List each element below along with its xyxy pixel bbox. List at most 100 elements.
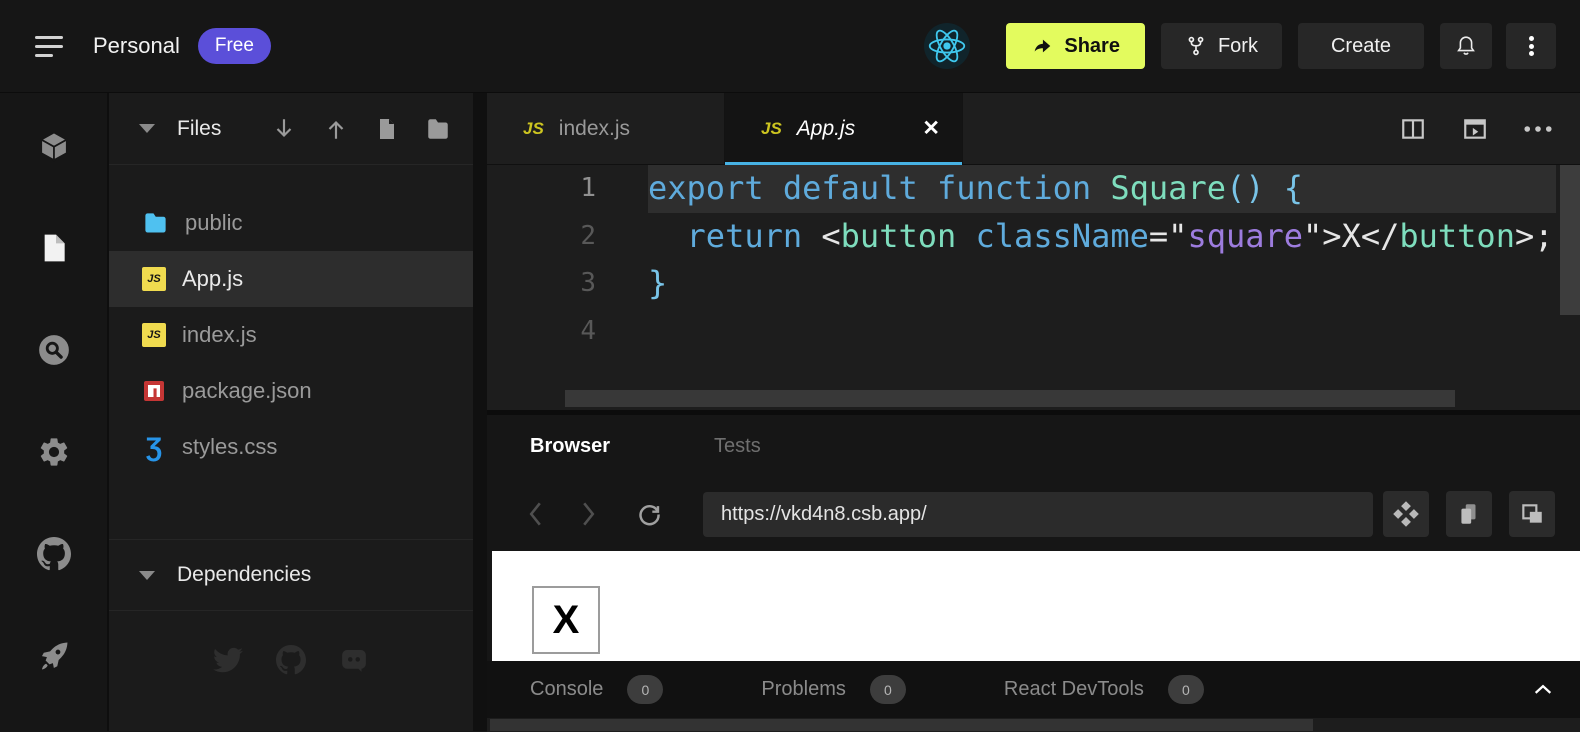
fork-button[interactable]: Fork	[1161, 23, 1282, 69]
copy-url-icon[interactable]	[1446, 491, 1492, 537]
download-icon[interactable]	[271, 116, 297, 142]
file-name: App.js	[182, 266, 243, 292]
split-editor-icon[interactable]	[1400, 116, 1426, 142]
dependencies-header[interactable]: Dependencies	[109, 540, 473, 610]
react-logo-icon[interactable]	[924, 23, 970, 69]
javascript-icon: JS	[523, 119, 544, 139]
search-icon[interactable]	[37, 333, 71, 367]
forward-icon[interactable]	[581, 500, 596, 528]
panel-resizer[interactable]	[473, 93, 487, 731]
share-button[interactable]: Share	[1006, 23, 1145, 69]
tab-app-js[interactable]: JS App.js ✕	[725, 93, 963, 164]
social-links	[109, 645, 473, 675]
url-input[interactable]	[703, 492, 1373, 537]
fork-label: Fork	[1218, 35, 1258, 58]
responsive-preview-icon[interactable]	[1383, 491, 1429, 537]
deployment-rocket-icon[interactable]	[37, 639, 71, 673]
ellipsis-icon[interactable]	[1524, 125, 1552, 133]
tab-index-js[interactable]: JS index.js	[487, 93, 725, 164]
create-button[interactable]: Create	[1298, 23, 1424, 69]
console-tab[interactable]: Console 0	[530, 675, 663, 704]
react-devtools-label: React DevTools	[1004, 678, 1144, 701]
file-explorer-icon[interactable]	[37, 231, 71, 265]
collapse-caret-icon[interactable]	[139, 571, 155, 580]
problems-label: Problems	[761, 678, 845, 701]
codesandbox-app: Personal Free Share	[0, 0, 1580, 732]
editor-tab-bar: JS index.js JS App.js ✕	[487, 93, 1580, 165]
browser-tabs: Browser Tests	[487, 415, 1580, 477]
refresh-icon[interactable]	[636, 501, 663, 528]
code-line-4	[648, 308, 1580, 356]
file-list: public JSApp.js JS index.js package.json Ʒsty…	[109, 165, 473, 475]
problems-tab[interactable]: Problems 0	[761, 675, 905, 704]
code-line-2: return <button className="square">X</but…	[648, 213, 1580, 261]
activity-bar	[0, 93, 107, 731]
discord-icon[interactable]	[339, 645, 369, 675]
file-row-styles-css[interactable]: Ʒstyles.css	[109, 419, 473, 475]
plan-badge: Free	[198, 28, 271, 64]
new-folder-icon[interactable]	[425, 116, 451, 142]
javascript-icon: JS	[142, 323, 166, 347]
fork-icon	[1185, 35, 1207, 57]
file-name: package.json	[182, 378, 312, 404]
horizontal-scrollbar[interactable]	[565, 390, 1455, 407]
tab-label: App.js	[797, 117, 855, 141]
twitter-icon[interactable]	[213, 645, 243, 675]
share-icon	[1031, 35, 1053, 57]
preview-window-icon[interactable]	[1462, 116, 1488, 142]
line-number: 4	[487, 308, 648, 356]
kebab-menu-icon	[1529, 34, 1534, 59]
line-number: 2	[487, 213, 648, 261]
file-name: public	[185, 210, 242, 236]
react-devtools-tab[interactable]: React DevTools 0	[1004, 675, 1204, 704]
browser-nav-bar	[487, 477, 1580, 551]
browser-preview: X	[492, 551, 1580, 661]
dependencies-title: Dependencies	[177, 563, 311, 587]
css-icon: Ʒ	[142, 435, 166, 459]
open-in-new-window-icon[interactable]	[1509, 491, 1555, 537]
menu-icon[interactable]	[35, 36, 65, 57]
square-button[interactable]: X	[532, 586, 600, 654]
console-bar: Console 0 Problems 0 React DevTools 0	[487, 661, 1580, 718]
notifications-button[interactable]	[1440, 23, 1492, 69]
github-icon[interactable]	[276, 645, 306, 675]
files-panel: Files publicJSApp.jsJSindex.	[107, 93, 473, 731]
bell-icon	[1454, 34, 1478, 58]
files-title: Files	[177, 117, 221, 141]
workspace-name[interactable]: Personal	[93, 33, 180, 59]
tab-browser[interactable]: Browser	[530, 435, 610, 458]
files-header: Files	[109, 93, 473, 165]
count-badge: 0	[1168, 675, 1204, 704]
tab-label: index.js	[559, 117, 630, 141]
editor: JS index.js JS App.js ✕	[487, 93, 1580, 731]
folder-icon	[142, 210, 169, 237]
console-label: Console	[530, 678, 603, 701]
code-line-3: }	[648, 260, 1580, 308]
settings-gear-icon[interactable]	[37, 435, 71, 469]
upload-icon[interactable]	[323, 116, 349, 142]
file-name: index.js	[182, 322, 257, 348]
chevron-up-icon[interactable]	[1534, 684, 1552, 695]
create-label: Create	[1331, 35, 1391, 58]
code-line-1: export default function Square() {	[648, 165, 1556, 213]
line-number: 1	[487, 165, 648, 213]
javascript-icon: JS	[761, 119, 782, 139]
file-row-package-json[interactable]: package.json	[109, 363, 473, 419]
file-row-index-js[interactable]: JS index.js	[109, 307, 473, 363]
sandbox-info-cube-icon[interactable]	[37, 129, 71, 163]
close-icon[interactable]: ✕	[922, 116, 940, 141]
new-file-icon[interactable]	[375, 117, 399, 141]
file-row-public[interactable]: public	[109, 195, 473, 251]
collapse-caret-icon[interactable]	[139, 124, 155, 133]
back-icon[interactable]	[528, 500, 543, 528]
file-row-App-js[interactable]: JSApp.js	[109, 251, 473, 307]
tab-tests[interactable]: Tests	[714, 435, 761, 458]
file-name: styles.css	[182, 434, 277, 460]
github-icon[interactable]	[37, 537, 71, 571]
top-bar: Personal Free Share	[0, 0, 1580, 93]
code-editor[interactable]: 1234 export default function Square() { …	[487, 165, 1580, 410]
browser-panel: Browser Tests	[487, 410, 1580, 731]
vertical-scrollbar[interactable]	[1560, 165, 1580, 315]
more-options-button[interactable]	[1506, 23, 1556, 69]
scrollbar-thumb[interactable]	[490, 719, 1313, 731]
